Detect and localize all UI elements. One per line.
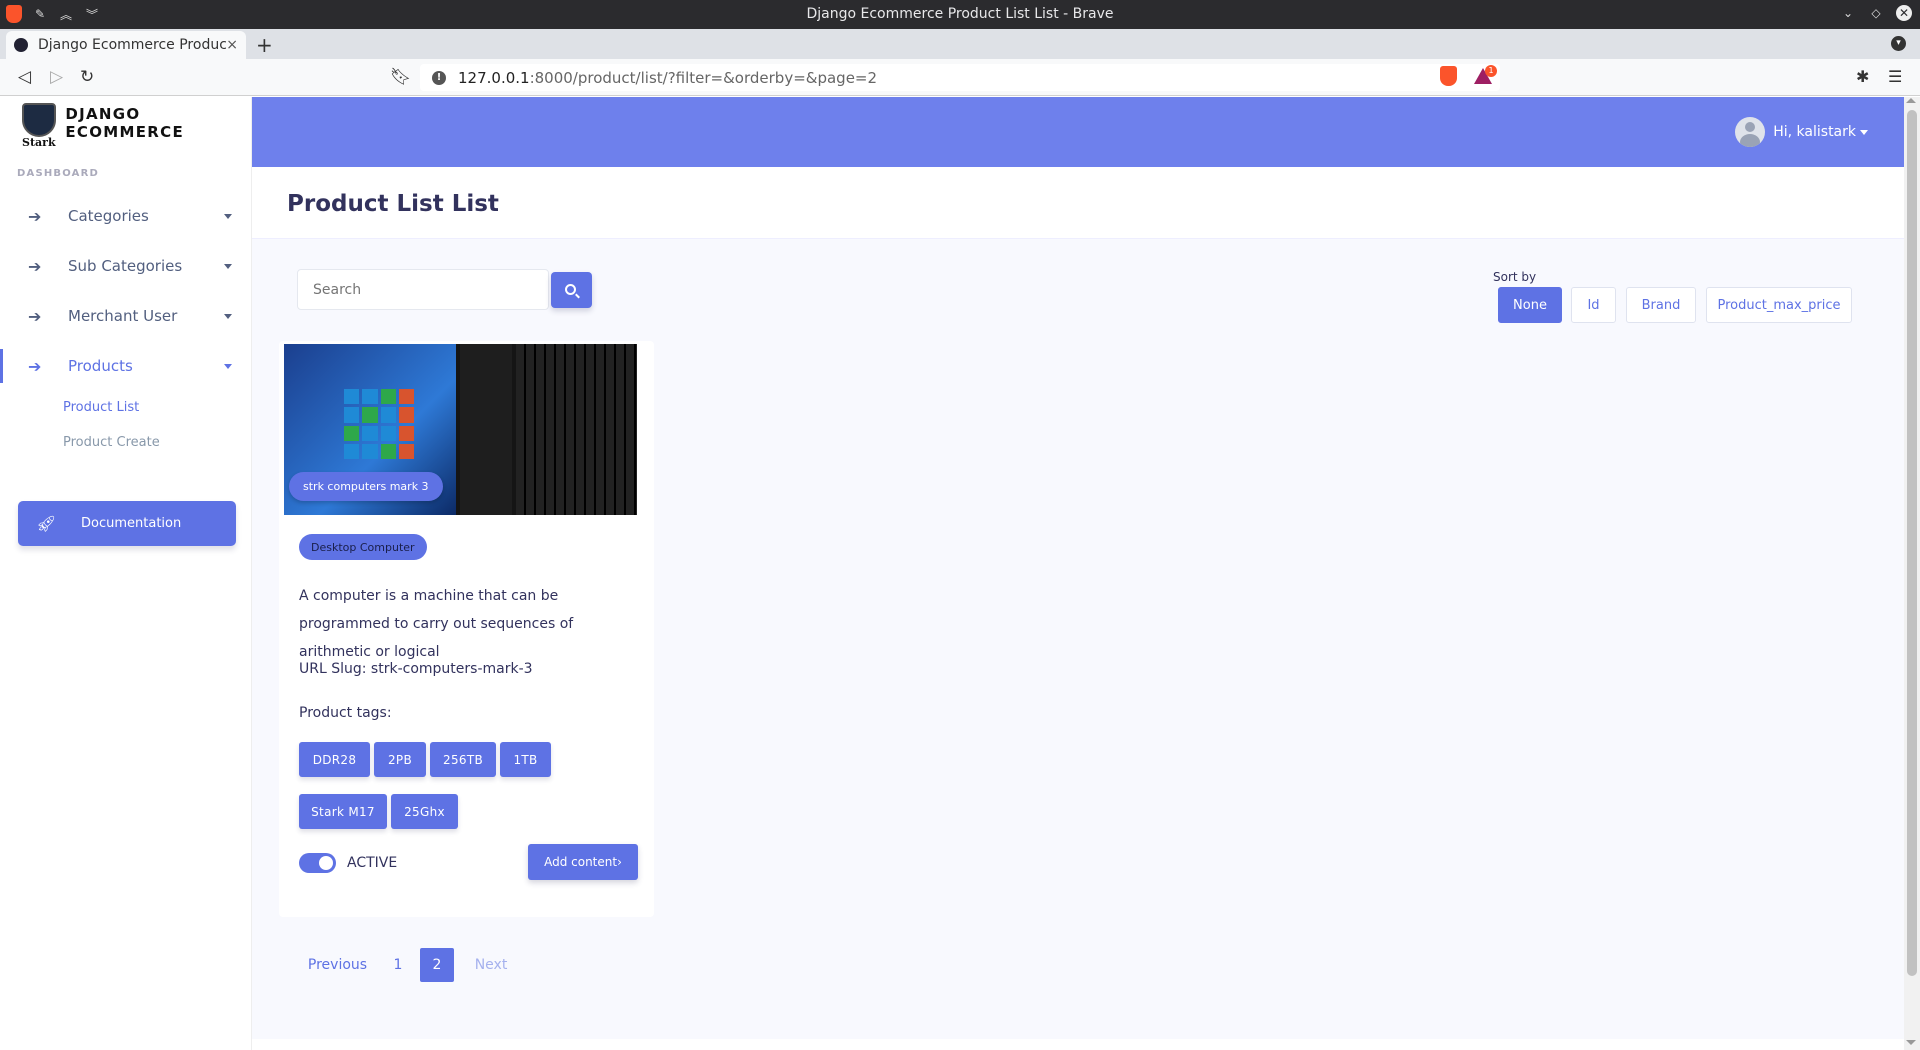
tab-favicon-icon xyxy=(14,38,28,52)
pagination: Previous 1 2 Next xyxy=(297,948,525,982)
product-tag[interactable]: 25Ghx xyxy=(391,794,458,829)
stark-logo-icon: Stark xyxy=(20,103,56,149)
url-path: :8000/product/list/?filter=&orderby=&pag… xyxy=(529,68,878,87)
sidebar-item-label: Categories xyxy=(68,207,149,225)
rewards-badge: 1 xyxy=(1485,65,1497,77)
arrow-right-icon: ➔ xyxy=(28,356,42,376)
category-badge: Desktop Computer xyxy=(299,534,427,560)
arrow-right-icon: ➔ xyxy=(28,306,42,326)
menu-icon[interactable]: ☰ xyxy=(1888,67,1902,86)
sidebar-item-merchant-user[interactable]: ➔ Merchant User xyxy=(0,293,252,339)
caret-down-icon xyxy=(224,363,232,369)
page-header: Product List List xyxy=(252,167,1904,239)
sidebar-subitem-product-create[interactable]: Product Create xyxy=(63,435,160,450)
caret-down-icon xyxy=(1860,129,1868,135)
close-window-icon[interactable]: ✕ xyxy=(1896,5,1912,21)
sidebar: Stark DJANGO ECOMMERCE DASHBOARD ➔ Categ… xyxy=(0,97,252,1050)
sidebar-item-label: Products xyxy=(68,357,133,375)
sort-option-product-max-price[interactable]: Product_max_price xyxy=(1706,287,1852,323)
add-content-button[interactable]: Add content › xyxy=(528,844,638,880)
tab-label: Django Ecommerce Product xyxy=(38,37,227,53)
brand[interactable]: Stark DJANGO ECOMMERCE xyxy=(20,103,251,149)
back-icon[interactable]: ◁ xyxy=(18,67,31,87)
main-content: Sort by None Id Brand Product_max_price … xyxy=(252,239,1904,1039)
sort-by-label: Sort by xyxy=(1493,270,1537,284)
search-button[interactable] xyxy=(551,272,592,308)
sort-option-brand[interactable]: Brand xyxy=(1626,287,1696,323)
maximize-icon[interactable]: ◇ xyxy=(1868,5,1884,21)
titlebar-right-controls: ⌄ ◇ ✕ xyxy=(1840,5,1912,21)
sidebar-heading: DASHBOARD xyxy=(17,168,100,179)
forward-icon[interactable]: ▷ xyxy=(50,67,63,87)
arrow-right-icon: ➔ xyxy=(28,256,42,276)
product-card: strk computers mark 3 Desktop Computer A… xyxy=(279,341,654,917)
active-toggle[interactable] xyxy=(299,853,336,873)
search-icon xyxy=(565,283,576,295)
product-tag[interactable]: Stark M17 xyxy=(299,794,387,829)
caret-down-icon xyxy=(224,263,232,269)
logo-text: Stark xyxy=(22,136,56,149)
scrollbar-thumb[interactable] xyxy=(1907,110,1917,976)
rocket-icon: 🚀︎ xyxy=(36,514,57,533)
url-field[interactable]: ! 127.0.0.1:8000/product/list/?filter=&o… xyxy=(420,64,1500,91)
arrow-right-icon: ➔ xyxy=(28,206,42,226)
browser-tab[interactable]: Django Ecommerce Product × xyxy=(6,31,246,59)
pagination-page-1[interactable]: 1 xyxy=(381,948,415,982)
pagination-next[interactable]: Next xyxy=(457,948,525,982)
product-name-badge: strk computers mark 3 xyxy=(289,472,443,501)
new-tab-button[interactable]: + xyxy=(256,33,273,57)
product-tag[interactable]: 2PB xyxy=(374,742,426,777)
extensions-icon[interactable]: ✱ xyxy=(1856,67,1869,86)
sidebar-item-sub-categories[interactable]: ➔ Sub Categories xyxy=(0,243,252,289)
scroll-down-icon[interactable] xyxy=(1906,1040,1916,1045)
pagination-page-2[interactable]: 2 xyxy=(420,948,454,982)
sidebar-item-categories[interactable]: ➔ Categories xyxy=(0,193,252,239)
user-greeting: Hi, kalistark xyxy=(1773,124,1856,140)
brave-shields-icon[interactable] xyxy=(1440,66,1457,86)
brand-name: DJANGO ECOMMERCE xyxy=(65,105,184,141)
sort-option-id[interactable]: Id xyxy=(1571,287,1616,323)
product-tag[interactable]: DDR28 xyxy=(299,742,370,777)
top-navbar: Hi, kalistark xyxy=(252,97,1904,167)
address-bar-row: ◁ ▷ ↻ 🔖︎ ! 127.0.0.1:8000/product/list/?… xyxy=(0,59,1920,96)
scroll-up-icon[interactable] xyxy=(1906,98,1916,103)
status-label: ACTIVE xyxy=(347,855,398,871)
sidebar-item-label: Sub Categories xyxy=(68,257,183,275)
sidebar-subitem-product-list[interactable]: Product List xyxy=(63,400,139,415)
page-title: Product List List xyxy=(287,191,499,217)
caret-down-icon xyxy=(224,313,232,319)
documentation-label: Documentation xyxy=(81,516,182,531)
url-host: 127.0.0.1 xyxy=(458,68,530,87)
product-slug: URL Slug: strk-computers-mark-3 xyxy=(299,661,533,677)
documentation-button[interactable]: 🚀︎ Documentation xyxy=(18,501,236,546)
minimize-icon[interactable]: ⌄ xyxy=(1840,5,1856,21)
product-tags-label: Product tags: xyxy=(299,705,392,721)
tab-close-icon[interactable]: × xyxy=(226,37,238,53)
search-input[interactable] xyxy=(297,269,549,310)
bookmark-icon[interactable]: 🔖︎ xyxy=(390,67,412,87)
pagination-previous[interactable]: Previous xyxy=(297,948,378,982)
product-tag[interactable]: 256TB xyxy=(430,742,496,777)
user-menu[interactable]: Hi, kalistark xyxy=(1735,117,1868,147)
site-info-icon[interactable]: ! xyxy=(432,70,446,85)
avatar xyxy=(1735,117,1766,147)
sidebar-item-products[interactable]: ➔ Products xyxy=(0,343,252,389)
tab-search-icon[interactable]: ▾ xyxy=(1891,36,1906,51)
chevron-right-icon: › xyxy=(617,855,622,869)
product-tag[interactable]: 1TB xyxy=(500,742,551,777)
sidebar-item-label: Merchant User xyxy=(68,307,178,325)
window-title: Django Ecommerce Product List List - Bra… xyxy=(806,6,1114,22)
browser-titlebar: ✎ ︽ ︾ Django Ecommerce Product List List… xyxy=(0,0,1920,29)
sort-option-none[interactable]: None xyxy=(1498,287,1562,323)
tab-strip: Django Ecommerce Product × + ▾ xyxy=(0,29,1920,59)
add-content-label: Add content xyxy=(544,855,618,869)
product-description: A computer is a machine that can be prog… xyxy=(299,588,574,660)
reload-icon[interactable]: ↻ xyxy=(80,67,94,87)
caret-down-icon xyxy=(224,213,232,219)
